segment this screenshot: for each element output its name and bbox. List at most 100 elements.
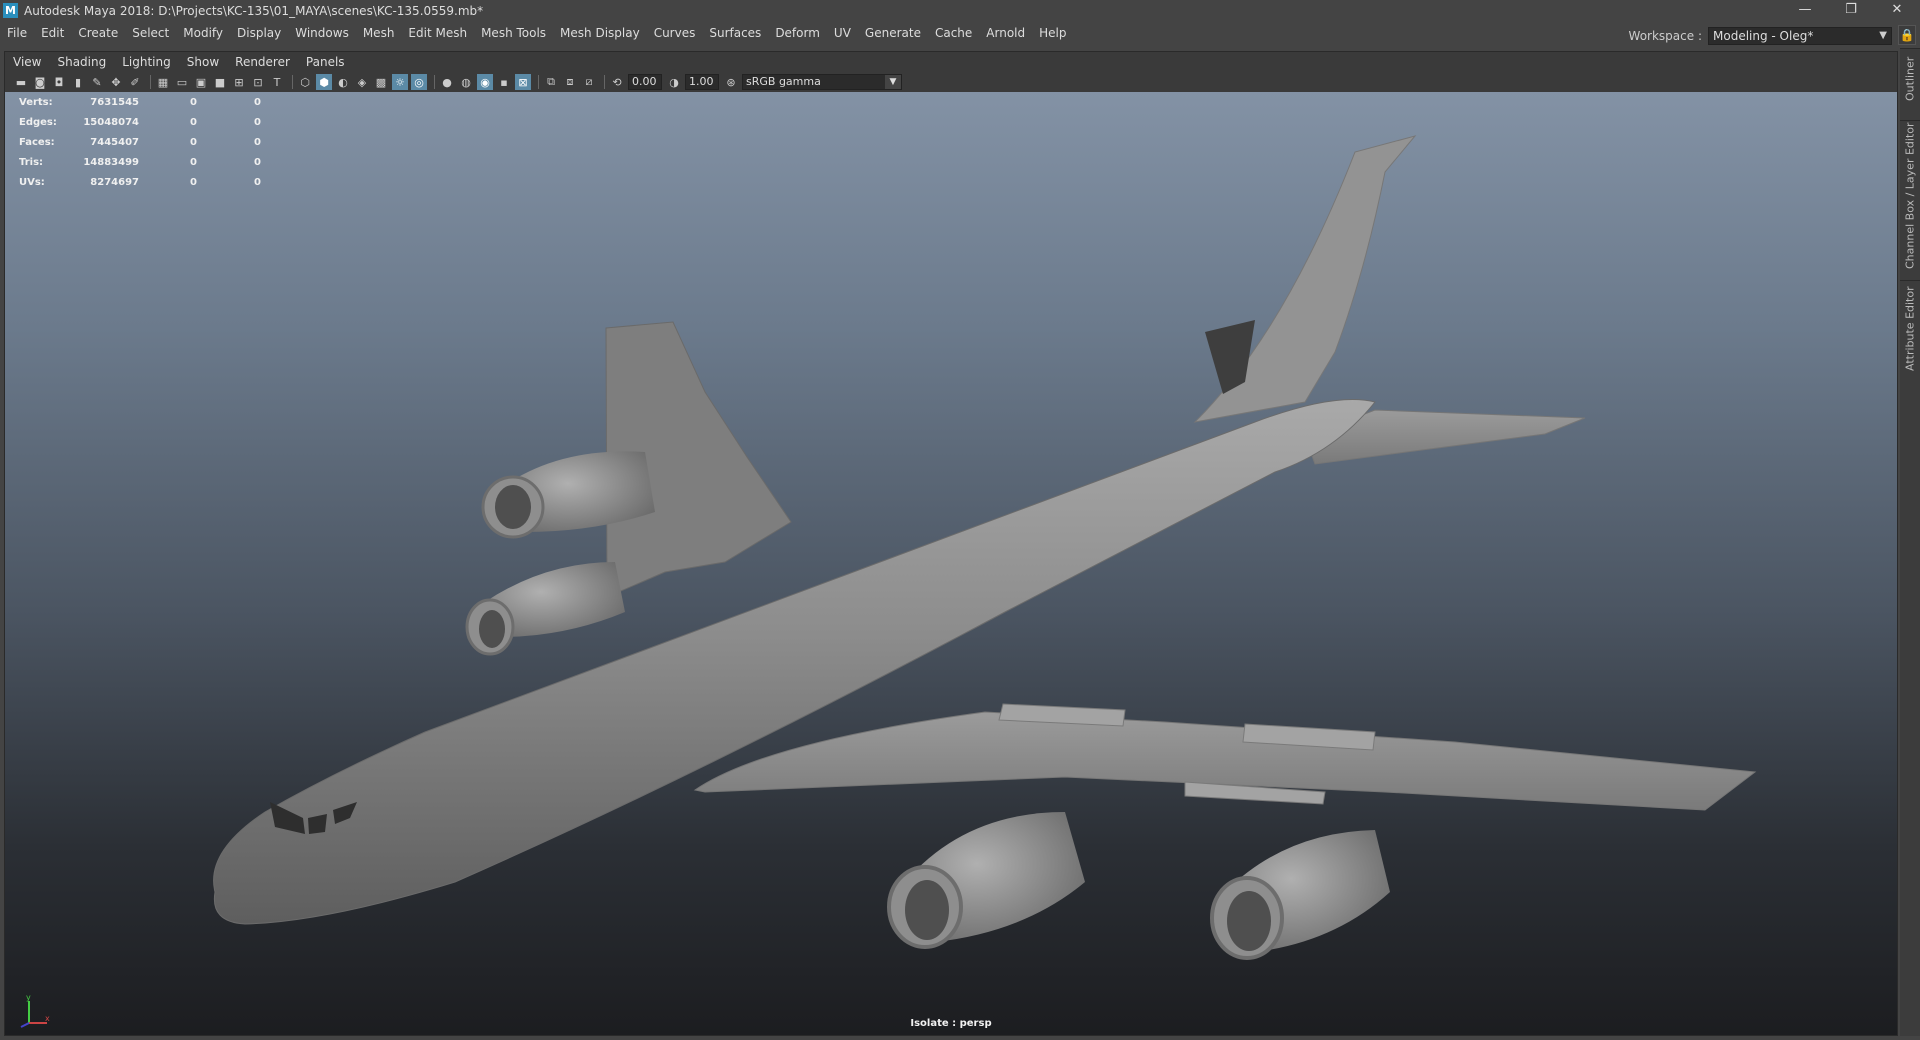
panel-menu-lighting[interactable]: Lighting — [114, 52, 179, 72]
safe-title-icon[interactable]: T — [269, 74, 285, 90]
3d-viewport[interactable]: Verts: 7631545 0 0 Edges: 15048074 0 0 F… — [5, 92, 1897, 1035]
hud-row-uvs: UVs: 8274697 0 0 — [19, 172, 261, 192]
xray-icon[interactable]: ⊠ — [515, 74, 531, 90]
workspace-value: Modeling - Oleg* — [1713, 29, 1814, 43]
lock-icon[interactable]: 🔒 — [1898, 25, 1916, 45]
menu-create[interactable]: Create — [71, 21, 125, 45]
textured-icon[interactable]: ◈ — [354, 74, 370, 90]
workspace-dropdown[interactable]: Modeling - Oleg* ▼ — [1708, 27, 1892, 45]
2d-pan-zoom-icon[interactable]: ✥ — [108, 74, 124, 90]
hud-label: Faces: — [19, 136, 55, 148]
backface-culling-icon[interactable]: ⧄ — [581, 74, 597, 90]
menu-help[interactable]: Help — [1032, 21, 1073, 45]
menu-mesh[interactable]: Mesh — [356, 21, 402, 45]
menu-arnold[interactable]: Arnold — [979, 21, 1032, 45]
select-camera-icon[interactable]: ▬ — [13, 74, 29, 90]
menu-uv[interactable]: UV — [827, 21, 858, 45]
tab-outliner[interactable]: Outliner — [1900, 48, 1920, 108]
close-button[interactable]: ✕ — [1874, 0, 1920, 21]
toolbar-divider — [604, 75, 605, 89]
depth-of-field-icon[interactable]: ◉ — [477, 74, 493, 90]
gate-mask-icon[interactable]: ■ — [212, 74, 228, 90]
grid-icon[interactable]: ▦ — [155, 74, 171, 90]
hud-value: 14883499 — [83, 156, 139, 168]
menu-file[interactable]: File — [0, 21, 34, 45]
smooth-shade-icon[interactable]: ⬢ — [316, 74, 332, 90]
hud-selected: 0 — [190, 96, 197, 108]
menu-generate[interactable]: Generate — [858, 21, 928, 45]
safe-action-icon[interactable]: ⊡ — [250, 74, 266, 90]
right-inner-engine — [887, 812, 1085, 949]
aircraft-model[interactable] — [5, 92, 1897, 1035]
anti-aliasing-icon[interactable]: ◍ — [458, 74, 474, 90]
gamma-field[interactable]: 1.00 — [685, 74, 719, 90]
panel-menubar: View Shading Lighting Show Renderer Pane… — [5, 52, 353, 72]
screen-space-ao-icon[interactable]: ◎ — [411, 74, 427, 90]
restore-button[interactable]: ❐ — [1828, 0, 1874, 21]
side-tab-bar: Outliner Channel Box / Layer Editor Attr… — [1900, 48, 1920, 1036]
hud-value: 15048074 — [83, 116, 139, 128]
menu-modify[interactable]: Modify — [176, 21, 230, 45]
hud-component: 0 — [254, 156, 261, 168]
shadows-icon[interactable]: ☼ — [392, 74, 408, 90]
fuselage — [213, 399, 1376, 925]
menu-select[interactable]: Select — [125, 21, 176, 45]
viewport-panel: View Shading Lighting Show Renderer Pane… — [4, 51, 1898, 1036]
hud-selected: 0 — [190, 176, 197, 188]
menu-mesh-display[interactable]: Mesh Display — [553, 21, 647, 45]
menu-display[interactable]: Display — [230, 21, 288, 45]
hud-component: 0 — [254, 176, 261, 188]
hud-component: 0 — [254, 116, 261, 128]
use-all-lights-icon[interactable]: ▩ — [373, 74, 389, 90]
left-inner-engine — [465, 562, 625, 656]
exposure-icon[interactable]: ⟲ — [609, 74, 625, 90]
gamma-icon[interactable]: ◑ — [666, 74, 682, 90]
view-transform-dropdown[interactable]: sRGB gamma ▼ — [742, 74, 902, 90]
panel-menu-renderer[interactable]: Renderer — [227, 52, 298, 72]
camera-attributes-icon[interactable]: ◙ — [32, 74, 48, 90]
hud-value: 7631545 — [90, 96, 139, 108]
grease-pencil-icon[interactable]: ✎ — [89, 74, 105, 90]
camera-label: Isolate : persp — [910, 1018, 992, 1029]
tab-channel-box-layer-editor[interactable]: Channel Box / Layer Editor — [1900, 120, 1920, 270]
isolate-select-icon[interactable]: ▪ — [496, 74, 512, 90]
menu-windows[interactable]: Windows — [288, 21, 356, 45]
exposure-field[interactable]: 0.00 — [628, 74, 662, 90]
panel-menu-shading[interactable]: Shading — [49, 52, 114, 72]
menu-curves[interactable]: Curves — [647, 21, 703, 45]
hud-selected: 0 — [190, 116, 197, 128]
hud-label: UVs: — [19, 176, 45, 188]
menu-edit[interactable]: Edit — [34, 21, 71, 45]
wireframe-on-shaded-icon[interactable]: ◐ — [335, 74, 351, 90]
tab-attribute-editor[interactable]: Attribute Editor — [1900, 280, 1920, 376]
hud-value: 7445407 — [90, 136, 139, 148]
color-management-icon[interactable]: ⊛ — [723, 74, 739, 90]
motion-blur-icon[interactable]: ● — [439, 74, 455, 90]
hud-value: 8274697 — [90, 176, 139, 188]
xray-components-icon[interactable]: ⧈ — [562, 74, 578, 90]
menu-deform[interactable]: Deform — [768, 21, 827, 45]
panel-menu-panels[interactable]: Panels — [298, 52, 353, 72]
resolution-gate-icon[interactable]: ▣ — [193, 74, 209, 90]
image-plane-icon[interactable]: ▮ — [70, 74, 86, 90]
field-chart-icon[interactable]: ⊞ — [231, 74, 247, 90]
minimize-button[interactable]: — — [1782, 0, 1828, 21]
menu-edit-mesh[interactable]: Edit Mesh — [401, 21, 474, 45]
hud-selected: 0 — [190, 136, 197, 148]
menu-surfaces[interactable]: Surfaces — [702, 21, 768, 45]
hud-component: 0 — [254, 96, 261, 108]
bookmark-icon[interactable]: ◘ — [51, 74, 67, 90]
menu-mesh-tools[interactable]: Mesh Tools — [474, 21, 553, 45]
film-gate-icon[interactable]: ▭ — [174, 74, 190, 90]
workspace-selector: Workspace : Modeling - Oleg* ▼ — [1629, 24, 1892, 48]
hud-selected: 0 — [190, 156, 197, 168]
pen-icon[interactable]: ✐ — [127, 74, 143, 90]
poly-count-hud: Verts: 7631545 0 0 Edges: 15048074 0 0 F… — [19, 92, 261, 192]
toolbar-divider — [434, 75, 435, 89]
panel-menu-view[interactable]: View — [5, 52, 49, 72]
xray-joints-icon[interactable]: ⧉ — [543, 74, 559, 90]
menu-cache[interactable]: Cache — [928, 21, 979, 45]
panel-menu-show[interactable]: Show — [179, 52, 227, 72]
axis-y-label: y — [26, 993, 31, 1002]
wireframe-icon[interactable]: ⬡ — [297, 74, 313, 90]
